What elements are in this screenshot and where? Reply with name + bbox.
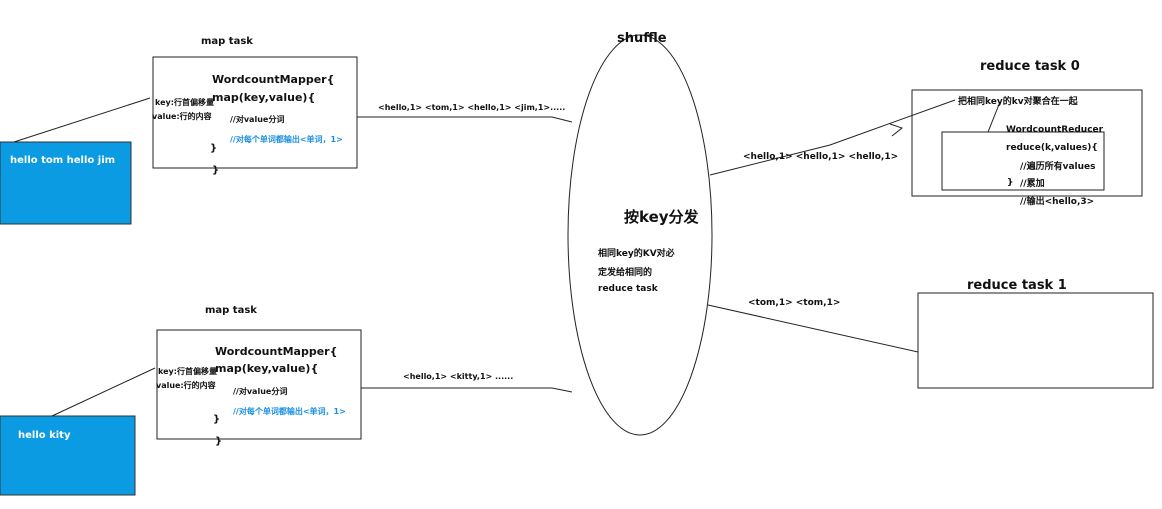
shuffle-to-reduce-line-0 <box>709 99 956 176</box>
shuffle-title: shuffle <box>617 31 667 46</box>
mapper-close-2b: } <box>215 436 223 447</box>
mapper-class-1: WordcountMapper{ <box>212 73 335 86</box>
reducer-close: } <box>1007 178 1014 188</box>
input-text-2: hello kity <box>18 430 71 441</box>
value-note-2: value:行的内容 <box>156 381 216 390</box>
map-task-title-1: map task <box>201 36 253 47</box>
reduce-note: 把相同key的kv对聚合在一起 <box>958 97 1078 107</box>
input-to-map-line-1 <box>13 97 151 143</box>
reduce-input-0: <hello,1> <hello,1> <hello,1> <box>743 152 899 162</box>
shuffle-desc-2: 定发给相同的 <box>598 268 653 278</box>
reducer-comment-1: //遍历所有values <box>1020 162 1096 172</box>
input-text-1: hello tom hello jim <box>10 155 116 166</box>
key-note-1: key:行首偏移量 <box>155 98 214 107</box>
diagram-canvas <box>0 34 1154 496</box>
map-output-1: <hello,1> <tom,1> <hello,1> <jim,1>..... <box>378 103 566 112</box>
shuffle-heading: 按key分发 <box>624 208 699 226</box>
mapper-close-1a: } <box>210 143 218 154</box>
mapper-method-1: map(key,value){ <box>212 91 316 104</box>
reduce-input-1: <tom,1> <tom,1> <box>748 298 841 308</box>
shuffle-desc-1: 相同key的KV对必 <box>598 249 675 259</box>
reduce-task-title-1: reduce task 1 <box>967 278 1067 293</box>
mapper-class-2: WordcountMapper{ <box>215 345 338 358</box>
shuffle-to-reduce-line-1 <box>707 304 919 353</box>
mapper-close-2a: } <box>213 414 221 425</box>
input-box-2 <box>0 415 136 496</box>
reducer-comment-3: //输出<hello,3> <box>1020 197 1095 207</box>
mapper-comment-2a: //对value分词 <box>233 387 288 396</box>
input-to-map-line-2 <box>51 367 156 417</box>
key-note-2: key:行首偏移量 <box>158 367 217 376</box>
reducer-class: WordcountReducer <box>1006 125 1104 135</box>
map-task-title-2: map task <box>205 305 257 316</box>
mapper-method-2: map(key,value){ <box>215 362 319 375</box>
mapper-close-1b: } <box>212 165 220 176</box>
mapper-comment-2b: //对每个单词都输出<单词，1> <box>233 407 346 416</box>
mapper-comment-1b: //对每个单词都输出<单词，1> <box>230 135 343 144</box>
arrow-head-0 <box>889 123 904 137</box>
shuffle-ellipse <box>567 34 713 436</box>
reducer-comment-2: //累加 <box>1020 179 1045 189</box>
reducer-method: reduce(k,values){ <box>1006 143 1098 153</box>
reduce-task-box-1 <box>917 292 1154 389</box>
reduce-task-title-0: reduce task 0 <box>980 59 1080 74</box>
mapper-comment-1a: //对value分词 <box>230 115 285 124</box>
map-to-shuffle-line-2 <box>361 387 573 393</box>
map-to-shuffle-line-1 <box>357 116 573 123</box>
map-output-2: <hello,1> <kitty,1> ...... <box>403 372 514 381</box>
value-note-1: value:行的内容 <box>152 112 212 121</box>
shuffle-desc-3: reduce task <box>598 284 658 294</box>
